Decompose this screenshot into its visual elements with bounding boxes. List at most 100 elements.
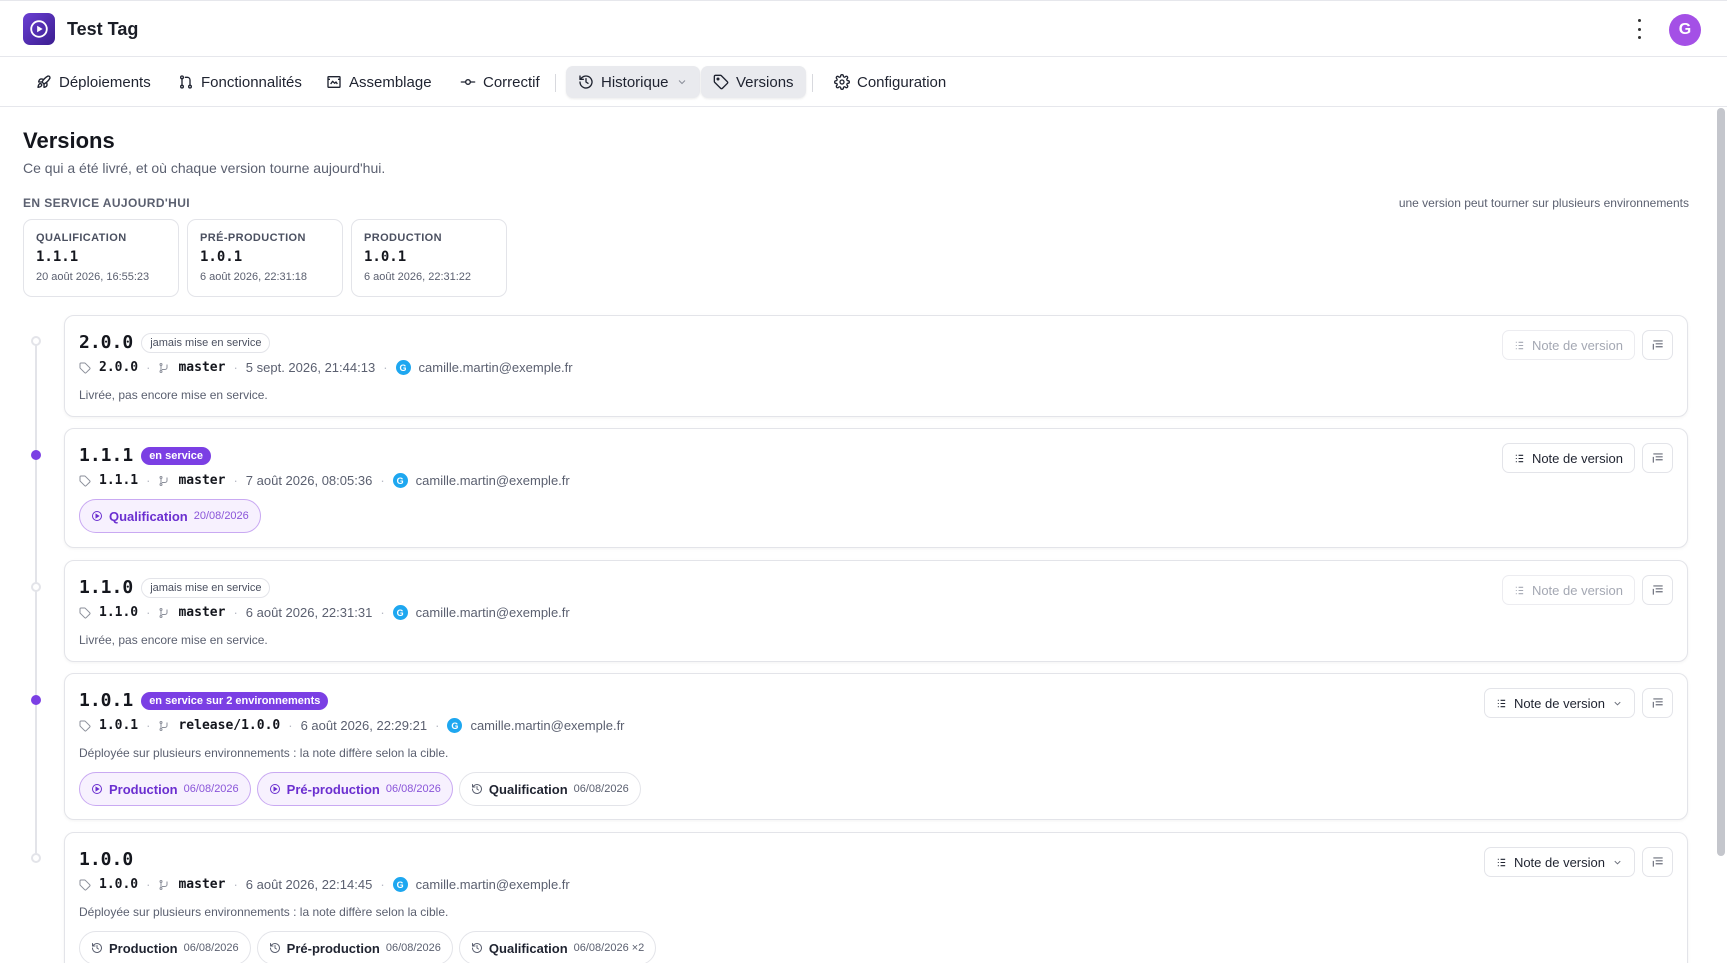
separator: · [435,718,440,733]
env-name: PRÉ-PRODUCTION [200,232,306,244]
main-nav: Déploiements Fonctionnalités Assemblage … [0,57,1727,107]
list-icon [1652,453,1663,463]
status-badge: en service sur 2 environnements [141,691,329,710]
separator: · [146,877,151,892]
nav-item-versions[interactable]: Versions [701,66,806,98]
release-note-button[interactable]: Note de version [1483,847,1635,877]
user-avatar[interactable]: G [1669,14,1701,46]
version-card[interactable]: 1.1.1 en service 1.1.1 · master · 7 août 2026,… [64,428,1688,548]
nav-item-historique[interactable]: Historique [566,66,700,98]
version-author[interactable]: camille.martin@exemple.fr [416,473,570,488]
version-date: 6 août 2026, 22:29:21 [300,718,428,733]
release-note-button[interactable]: Note de version [1501,330,1635,360]
version-author[interactable]: camille.martin@exemple.fr [470,718,624,733]
changelog-button[interactable] [1642,688,1673,718]
version-description: Livrée, pas encore mise en service. [79,633,268,647]
status-badge: jamais mise en service [141,577,271,598]
version-card[interactable]: 2.0.0 jamais mise en service 2.0.0 · master ·… [64,315,1688,417]
branch-icon [159,475,168,486]
version-author[interactable]: camille.martin@exemple.fr [419,360,573,375]
changelog-button[interactable] [1642,330,1673,360]
environment-chip[interactable]: Production 06/08/2026 [79,931,251,963]
author-avatar: G [392,877,408,892]
nav-item-deploiements[interactable]: Déploiements [24,66,163,98]
chip-date: 20/08/2026 [193,510,249,522]
release-note-button[interactable]: Note de version [1501,443,1635,473]
env-card-qualification[interactable]: QUALIFICATION 1.1.1 20 août 2026, 16:55:… [23,219,179,297]
version-header: 1.0.0 [79,849,133,870]
chip-date: 06/08/2026 [573,783,629,795]
environment-chip[interactable]: Pré-production 06/08/2026 [256,772,453,806]
release-note-button[interactable]: Note de version [1501,575,1635,605]
version-author[interactable]: camille.martin@exemple.fr [416,877,570,892]
chip-name: Qualification [109,508,188,524]
release-note-label: Note de version [1531,582,1623,598]
version-number: 2.0.0 [79,332,134,353]
env-name: QUALIFICATION [36,232,127,244]
version-header: 1.0.1 en service sur 2 environnements [79,690,329,711]
environment-chip[interactable]: Qualification 20/08/2026 [79,499,261,533]
env-version: 1.0.1 [364,249,407,265]
env-name: PRODUCTION [364,232,442,244]
chevron-down-icon [1614,860,1621,865]
env-card-pre-production[interactable]: PRÉ-PRODUCTION 1.0.1 6 août 2026, 22:31:… [187,219,343,297]
version-tag: 1.0.1 [99,718,139,733]
version-date: 6 août 2026, 22:31:31 [245,605,373,620]
author-avatar: G [392,605,408,620]
tag-icon [713,74,729,90]
note-icon [1515,454,1524,462]
version-header: 1.1.1 en service [79,445,212,466]
author-avatar: G [392,473,408,488]
version-card[interactable]: 1.0.0 1.0.0 · master · 6 août 2026, 22:14:45 ·… [64,832,1688,963]
release-note-button[interactable]: Note de version [1483,688,1635,718]
more-menu-icon[interactable] [1635,19,1643,39]
nav-item-correctif[interactable]: Correctif [448,66,552,98]
version-card[interactable]: 1.1.0 jamais mise en service 1.1.0 · master ·… [64,560,1688,662]
separator: · [146,718,151,733]
nav-separator [555,74,556,92]
version-description: Déployée sur plusieurs environnements : … [79,905,449,919]
environment-chip[interactable]: Production 06/08/2026 [79,772,251,806]
separator: · [380,473,385,488]
app-title: Test Tag [67,19,139,39]
environment-chip[interactable]: Pré-production 06/08/2026 [256,931,453,963]
version-tag: 2.0.0 [99,360,139,375]
author-avatar: G [447,718,463,733]
chip-name: Production [109,940,178,956]
release-note-label: Note de version [1531,337,1623,353]
version-number: 1.0.0 [79,849,134,870]
env-card-production[interactable]: PRODUCTION 1.0.1 6 août 2026, 22:31:22 [351,219,507,297]
changelog-button[interactable] [1642,847,1673,877]
version-tag: 1.1.0 [99,605,139,620]
timeline-dot-active [31,695,41,705]
version-number: 1.0.1 [79,690,134,711]
environment-chip[interactable]: Qualification 06/08/2026 [458,772,641,806]
environment-chip[interactable]: Qualification 06/08/2026 ×2 [458,931,657,963]
chip-date: 06/08/2026 ×2 [573,942,645,954]
app-logo-icon[interactable] [23,13,55,45]
chip-name: Pré-production [286,781,380,797]
scrollbar[interactable] [1717,108,1725,856]
history-icon [579,75,593,89]
chip-date: 06/08/2026 [385,783,441,795]
nav-label: Historique [601,73,669,91]
gear-icon [834,74,850,90]
version-card[interactable]: 1.0.1 en service sur 2 environnements 1.0.… [64,673,1688,820]
note-icon [1515,341,1524,349]
nav-item-fonctionnalites[interactable]: Fonctionnalités [166,66,314,98]
version-header: 2.0.0 jamais mise en service [79,332,271,353]
version-author[interactable]: camille.martin@exemple.fr [416,605,570,620]
history-icon [471,943,482,953]
version-description: Déployée sur plusieurs environnements : … [79,746,449,760]
separator: · [233,473,238,488]
tag-icon [79,720,91,731]
separator: · [288,718,293,733]
separator: · [233,360,238,375]
nav-separator [812,74,813,92]
changelog-button[interactable] [1642,443,1673,473]
nav-item-assemblage[interactable]: Assemblage [314,66,444,98]
changelog-button[interactable] [1642,575,1673,605]
nav-item-configuration[interactable]: Configuration [822,66,958,98]
nav-label: Versions [736,73,794,91]
env-date: 20 août 2026, 16:55:23 [36,271,150,283]
